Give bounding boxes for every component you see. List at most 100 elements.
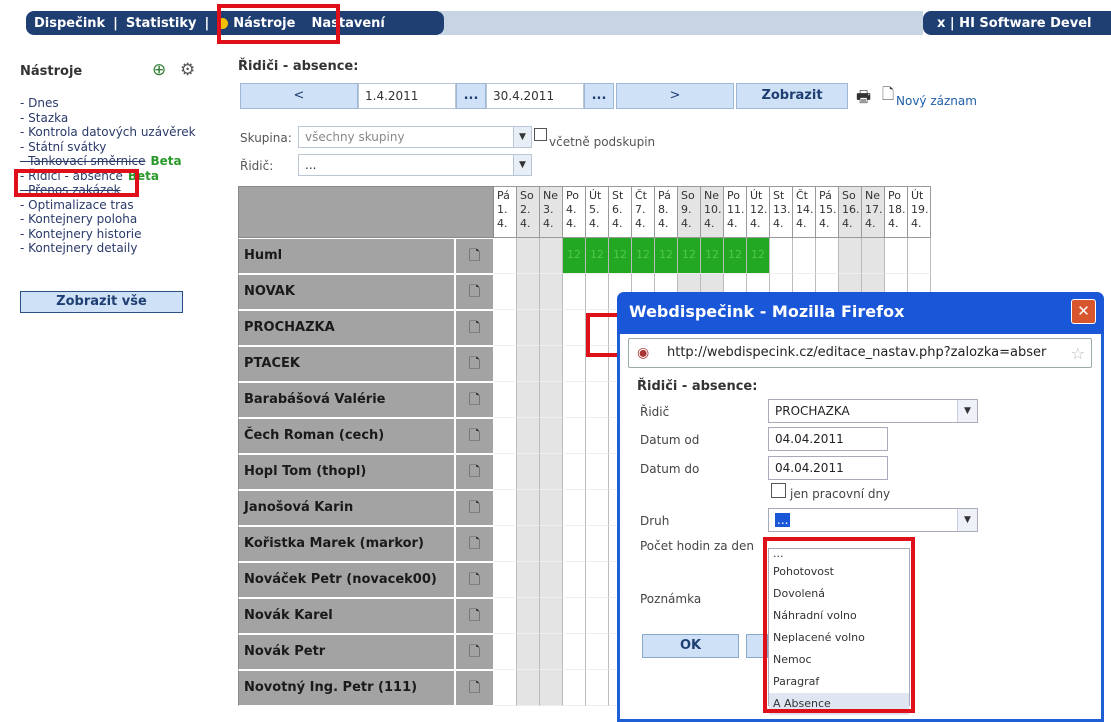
- document-icon[interactable]: 🗋: [455, 346, 494, 382]
- day-cell[interactable]: [563, 382, 586, 418]
- day-cell[interactable]: [563, 670, 586, 706]
- add-favorite-icon[interactable]: ⊕: [152, 60, 172, 80]
- absence-cell[interactable]: 12: [678, 238, 701, 274]
- day-cell[interactable]: [540, 238, 563, 274]
- document-icon[interactable]: 🗋: [455, 418, 494, 454]
- day-cell[interactable]: [540, 670, 563, 706]
- day-cell[interactable]: [563, 310, 586, 346]
- sidebar-item-tankovaci[interactable]: - Tankovací směrnice Beta: [20, 154, 196, 169]
- day-cell[interactable]: [517, 346, 540, 382]
- day-cell[interactable]: [563, 418, 586, 454]
- day-cell[interactable]: [540, 418, 563, 454]
- bookmark-star-icon[interactable]: ☆: [1071, 344, 1085, 363]
- day-cell[interactable]: [494, 274, 517, 310]
- close-icon[interactable]: ✕: [1071, 299, 1096, 324]
- day-cell[interactable]: [494, 634, 517, 670]
- document-icon[interactable]: 🗋: [455, 490, 494, 526]
- driver-name[interactable]: Novotný Ing. Petr (111): [238, 670, 455, 706]
- driver-name[interactable]: Kořistka Marek (markor): [238, 526, 455, 562]
- popup-date-from-input[interactable]: 04.04.2011: [768, 427, 888, 451]
- ok-button[interactable]: OK: [642, 634, 739, 658]
- print-icon[interactable]: 🖶: [856, 86, 871, 113]
- day-cell[interactable]: [540, 562, 563, 598]
- absence-cell[interactable]: 12: [701, 238, 724, 274]
- driver-name[interactable]: PTACEK: [238, 346, 455, 382]
- day-cell[interactable]: [586, 382, 609, 418]
- day-cell[interactable]: [517, 598, 540, 634]
- document-icon[interactable]: 🗋: [455, 670, 494, 706]
- sidebar-item-stazka[interactable]: - Stazka: [20, 111, 196, 126]
- day-cell[interactable]: [586, 670, 609, 706]
- driver-name[interactable]: PROCHAZKA: [238, 310, 455, 346]
- day-cell[interactable]: [494, 526, 517, 562]
- prev-period-button[interactable]: <: [240, 83, 358, 109]
- next-period-button[interactable]: >: [616, 83, 734, 109]
- document-icon[interactable]: 🗋: [455, 634, 494, 670]
- day-cell[interactable]: [517, 454, 540, 490]
- day-cell[interactable]: [770, 238, 793, 274]
- driver-name[interactable]: Novák Petr: [238, 634, 455, 670]
- nav-statistiky[interactable]: Statistiky: [118, 16, 205, 31]
- day-cell[interactable]: [586, 562, 609, 598]
- day-cell[interactable]: [540, 526, 563, 562]
- day-cell[interactable]: [517, 634, 540, 670]
- day-cell[interactable]: [563, 490, 586, 526]
- popup-driver-select[interactable]: PROCHAZKA ▼: [768, 399, 978, 423]
- driver-name[interactable]: Barabášová Valérie: [238, 382, 455, 418]
- day-cell[interactable]: [586, 598, 609, 634]
- new-record-link[interactable]: Nový záznam: [896, 94, 977, 108]
- day-cell[interactable]: [839, 238, 862, 274]
- date-from-picker-button[interactable]: ...: [456, 83, 486, 109]
- day-cell[interactable]: [563, 598, 586, 634]
- day-cell[interactable]: [494, 238, 517, 274]
- day-cell[interactable]: [517, 238, 540, 274]
- document-icon[interactable]: 🗋: [455, 598, 494, 634]
- day-cell[interactable]: [793, 238, 816, 274]
- absence-cell[interactable]: 12: [563, 238, 586, 274]
- subgroups-checkbox[interactable]: [534, 128, 547, 141]
- day-cell[interactable]: [494, 454, 517, 490]
- day-cell[interactable]: [540, 598, 563, 634]
- driver-name[interactable]: Čech Roman (cech): [238, 418, 455, 454]
- absence-cell[interactable]: 12: [747, 238, 770, 274]
- date-to-input[interactable]: 30.4.2011: [486, 83, 584, 109]
- day-cell[interactable]: [862, 238, 885, 274]
- document-icon[interactable]: 🗋: [455, 310, 494, 346]
- document-icon[interactable]: 🗋: [455, 382, 494, 418]
- day-cell[interactable]: [563, 454, 586, 490]
- absence-cell[interactable]: 12: [632, 238, 655, 274]
- driver-name[interactable]: Hopl Tom (thopl): [238, 454, 455, 490]
- day-cell[interactable]: [517, 382, 540, 418]
- sidebar-item-optimalizace[interactable]: - Optimalizace tras: [20, 198, 196, 213]
- day-cell[interactable]: [494, 562, 517, 598]
- absence-cell[interactable]: 12: [655, 238, 678, 274]
- day-cell[interactable]: [586, 454, 609, 490]
- document-icon[interactable]: 🗋: [455, 274, 494, 310]
- day-cell[interactable]: [517, 670, 540, 706]
- day-cell[interactable]: [540, 346, 563, 382]
- date-to-picker-button[interactable]: ...: [584, 83, 614, 109]
- day-cell[interactable]: [816, 238, 839, 274]
- popup-date-to-input[interactable]: 04.04.2011: [768, 456, 888, 480]
- day-cell[interactable]: [563, 634, 586, 670]
- driver-name[interactable]: Huml: [238, 238, 455, 274]
- driver-name[interactable]: Nováček Petr (novacek00): [238, 562, 455, 598]
- day-cell[interactable]: [540, 634, 563, 670]
- document-icon[interactable]: 🗋: [455, 454, 494, 490]
- day-cell[interactable]: [517, 274, 540, 310]
- day-cell[interactable]: [494, 598, 517, 634]
- driver-name[interactable]: Novák Karel: [238, 598, 455, 634]
- day-cell[interactable]: [885, 238, 908, 274]
- day-cell[interactable]: [517, 490, 540, 526]
- day-cell[interactable]: [494, 346, 517, 382]
- day-cell[interactable]: [517, 562, 540, 598]
- absence-cell[interactable]: 12: [724, 238, 747, 274]
- day-cell[interactable]: [586, 418, 609, 454]
- driver-select[interactable]: ... ▼: [298, 154, 532, 176]
- sidebar-item-dnes[interactable]: - Dnes: [20, 96, 196, 111]
- document-icon[interactable]: 🗋: [455, 526, 494, 562]
- nav-dispecink[interactable]: Dispečink: [26, 16, 113, 31]
- group-select[interactable]: všechny skupiny ▼: [298, 126, 532, 148]
- sidebar-item-kontejnery-poloha[interactable]: - Kontejnery poloha: [20, 212, 196, 227]
- day-cell[interactable]: [494, 490, 517, 526]
